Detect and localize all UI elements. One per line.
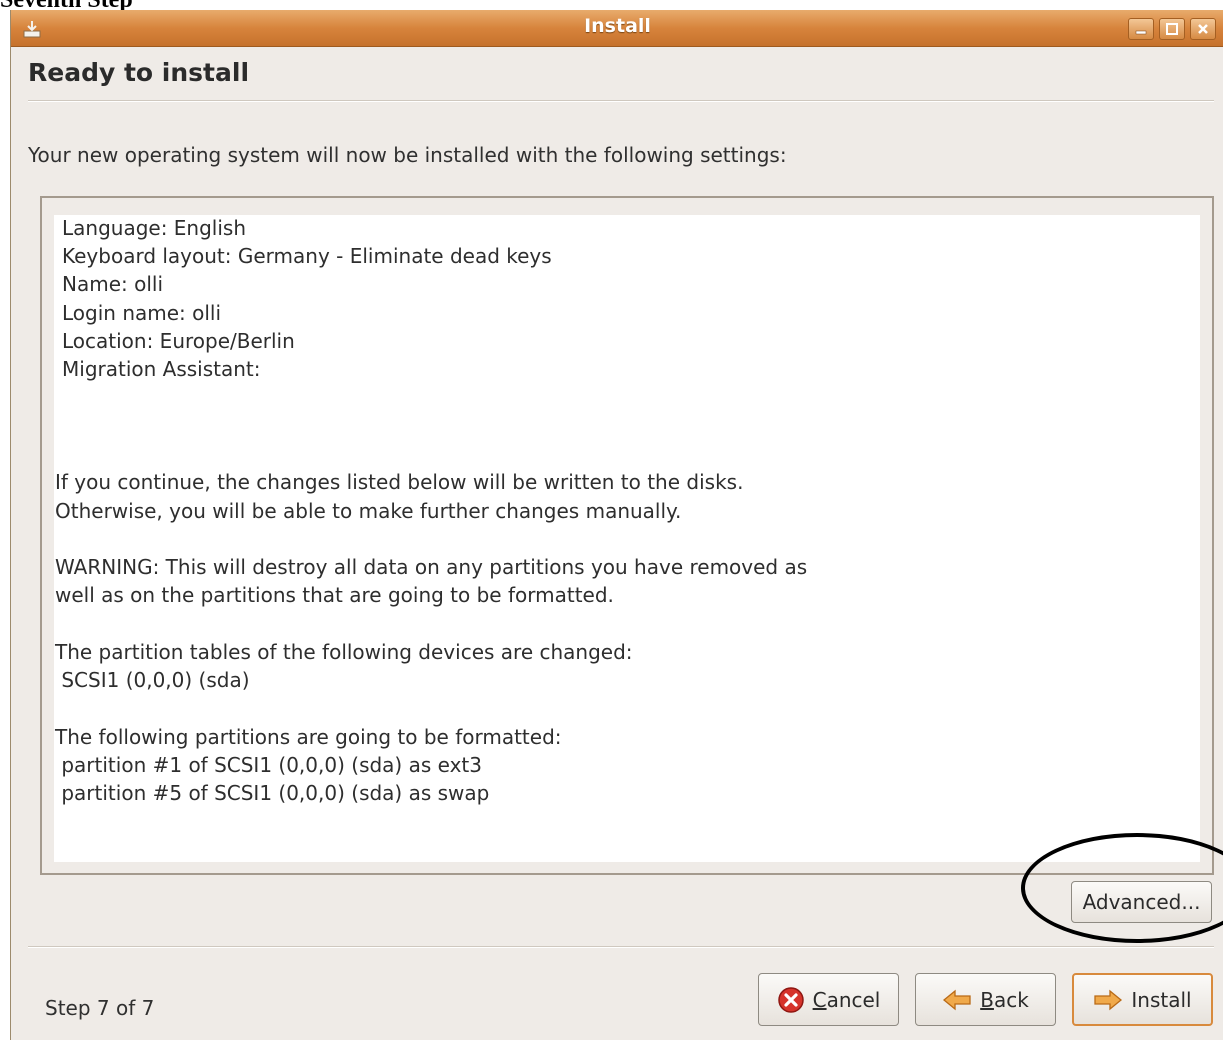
back-button-label: Back [980,987,1029,1012]
notice-line-1: If you continue, the changes listed belo… [55,470,744,494]
cancel-button[interactable]: Cancel [758,973,899,1026]
maximize-button[interactable] [1159,18,1185,40]
minimize-button[interactable] [1128,18,1154,40]
summary-frame: Language: English Keyboard layout: Germa… [40,196,1214,875]
partition-tables-device: SCSI1 (0,0,0) (sda) [55,668,250,692]
heading-divider [28,100,1214,102]
partition-tables-heading: The partition tables of the following de… [55,640,633,664]
page-heading: Ready to install [28,58,250,87]
formatted-partition-5: partition #5 of SCSI1 (0,0,0) (sda) as s… [55,781,490,805]
install-button-label: Install [1131,987,1192,1012]
window-title: Install [584,15,651,37]
cancel-button-label: Cancel [812,987,881,1012]
notice-line-2: Otherwise, you will be able to make furt… [55,499,682,523]
setting-location: Location: Europe/Berlin [62,329,295,353]
cancel-icon [777,986,804,1013]
warning-line-1: WARNING: This will destroy all data on a… [55,555,808,579]
summary-text-view[interactable]: Language: English Keyboard layout: Germa… [54,215,1200,862]
forward-arrow-icon [1094,989,1123,1010]
formatted-heading: The following partitions are going to be… [55,725,562,749]
setting-migration: Migration Assistant: [62,357,261,381]
minimize-icon [1135,30,1147,35]
back-button[interactable]: Back [915,973,1056,1026]
maximize-icon [1166,23,1178,35]
formatted-partition-1: partition #1 of SCSI1 (0,0,0) (sda) as e… [55,753,482,777]
setting-language: Language: English [62,216,247,240]
install-button[interactable]: Install [1072,973,1213,1026]
setting-name: Name: olli [62,272,164,296]
back-arrow-icon [943,989,971,1010]
title-bar[interactable]: Install [11,10,1223,47]
setting-keyboard: Keyboard layout: Germany - Eliminate dea… [62,244,552,268]
intro-text: Your new operating system will now be in… [28,143,787,167]
close-button[interactable] [1190,18,1216,40]
setting-login: Login name: olli [62,301,222,325]
close-icon [1198,24,1208,34]
footer-divider [28,946,1214,948]
step-indicator: Step 7 of 7 [45,996,155,1020]
warning-line-2: well as on the partitions that are going… [55,583,614,607]
